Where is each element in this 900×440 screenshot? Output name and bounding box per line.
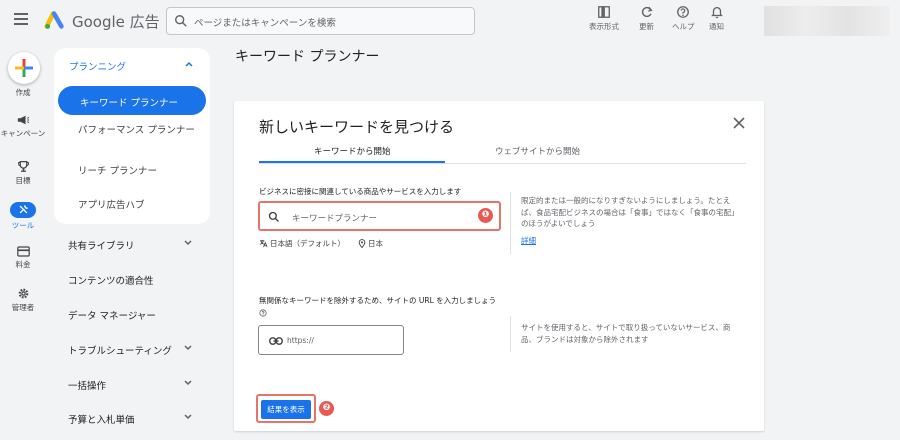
- nav-item-label: キーワード プランナー: [80, 98, 179, 109]
- billing-label: 料金: [15, 260, 31, 269]
- help-circle-icon[interactable]: [259, 309, 267, 317]
- chevron-down-icon[interactable]: [183, 238, 193, 248]
- language-value: 日本語（デフォルト）: [270, 239, 345, 248]
- help-label: ヘルプ: [672, 22, 695, 31]
- help-icon: [677, 6, 690, 18]
- url-field-label-text: 無関係なキーワードを除外するため、サイトの URL を入力しましょう: [259, 296, 497, 305]
- menu-icon[interactable]: [14, 13, 28, 25]
- close-icon[interactable]: [733, 117, 745, 129]
- website-url-input[interactable]: https://: [258, 325, 404, 355]
- display-format-label: 表示形式: [589, 22, 619, 31]
- url-help-text: サイトを使用すると、サイトで取り扱っていないサービス、商品、ブランドは対象から除…: [521, 323, 731, 344]
- trophy-icon: [17, 160, 29, 172]
- chevron-up-icon[interactable]: [184, 59, 194, 69]
- link-icon: [269, 337, 283, 345]
- admin-label: 管理者: [11, 303, 35, 312]
- url-placeholder: https://: [287, 336, 314, 345]
- rail-item-admin[interactable]: 管理者: [0, 287, 46, 313]
- goals-label: 目標: [15, 176, 31, 185]
- plus-icon: [15, 59, 33, 77]
- card-title: 新しいキーワードを見つける: [259, 118, 455, 136]
- rail-item-billing[interactable]: 料金: [0, 246, 46, 270]
- location-value: 日本: [368, 239, 383, 248]
- nav-section-troubleshooting[interactable]: トラブルシューティング: [68, 343, 200, 357]
- chevron-down-icon[interactable]: [183, 343, 193, 353]
- chevron-down-icon[interactable]: [183, 378, 193, 388]
- details-link[interactable]: 詳細: [521, 235, 536, 246]
- nav-section-data-manager[interactable]: データ マネージャー: [68, 308, 200, 322]
- rail-item-tools[interactable]: ツール: [0, 202, 46, 231]
- tab-start-with-keywords[interactable]: キーワードから開始: [314, 145, 391, 157]
- keyword-help-text: 限定的または一般的になりすぎないようにしましょう。たとえば、食品宅配ビジネスの場…: [521, 196, 739, 228]
- keyword-field-label: ビジネスに密接に関連している商品やサービスを入力します: [259, 187, 462, 196]
- url-field-label: 無関係なキーワードを除外するため、サイトの URL を入力しましょう: [259, 294, 504, 320]
- refresh-label: 更新: [639, 22, 654, 31]
- language-selector[interactable]: 日本語（デフォルト）: [259, 238, 345, 249]
- planning-panel: プランニング キーワード プランナー パフォーマンス プランナー リーチ プラン…: [54, 48, 210, 224]
- translate-icon: [259, 239, 268, 248]
- search-placeholder: ページまたはキャンペーンを検索: [194, 18, 336, 29]
- keyword-input[interactable]: キーワードプランナー: [258, 201, 501, 231]
- location-selector[interactable]: 日本: [358, 238, 383, 249]
- brand-name: Google 広告: [72, 13, 160, 31]
- display-format-button[interactable]: 表示形式: [589, 5, 619, 32]
- gear-icon: [18, 288, 28, 299]
- page-title: キーワード プランナー: [235, 49, 380, 65]
- divider: [510, 192, 511, 254]
- rail-item-campaigns[interactable]: キャンペーン: [0, 114, 46, 139]
- refresh-icon: [641, 6, 653, 18]
- nav-section-budgets-bids[interactable]: 予算と入札単価: [68, 412, 200, 426]
- search-bar[interactable]: ページまたはキャンペーンを検索: [166, 7, 475, 35]
- display-format-icon: [598, 6, 610, 18]
- top-bar: Google 広告 ページまたはキャンペーンを検索 表示形式 更新 ヘルプ 通知: [0, 0, 900, 42]
- credit-card-icon: [16, 246, 30, 257]
- location-pin-icon: [358, 239, 366, 249]
- tools-icon: [10, 202, 36, 218]
- google-ads-logo[interactable]: [44, 9, 66, 31]
- submit-highlight: 結果を表示: [256, 394, 316, 423]
- keyword-placeholder: キーワードプランナー: [292, 214, 378, 224]
- nav-section-shared-library[interactable]: 共有ライブラリ: [68, 238, 200, 252]
- nav-item-reach-planner[interactable]: リーチ プランナー: [78, 163, 157, 177]
- left-rail: 作成 キャンペーン 目標 ツール 料金 管理者: [0, 42, 46, 440]
- search-icon: [268, 211, 279, 222]
- create-button[interactable]: [8, 52, 40, 84]
- create-label: 作成: [15, 88, 31, 97]
- help-button[interactable]: ヘルプ: [672, 5, 695, 32]
- nav-item-app-ads-hub[interactable]: アプリ広告ハブ: [78, 197, 145, 211]
- nav-item-performance-planner[interactable]: パフォーマンス プランナー: [78, 122, 195, 136]
- annotation-badge-1: ❶: [478, 208, 493, 223]
- nav-section-bulk-actions[interactable]: 一括操作: [68, 378, 200, 392]
- notifications-label: 通知: [709, 22, 724, 31]
- tab-start-with-website[interactable]: ウェブサイトから開始: [495, 145, 580, 157]
- account-info-blurred[interactable]: [764, 6, 890, 36]
- search-icon: [175, 15, 187, 27]
- nav-item-keyword-planner[interactable]: キーワード プランナー: [58, 86, 206, 115]
- divider: [510, 316, 511, 352]
- megaphone-icon: [17, 115, 30, 125]
- tools-label: ツール: [11, 221, 35, 230]
- planning-header[interactable]: プランニング: [69, 59, 126, 73]
- rail-item-goals[interactable]: 目標: [0, 160, 46, 186]
- chevron-down-icon[interactable]: [183, 412, 193, 422]
- notifications-button[interactable]: 通知: [709, 5, 724, 32]
- campaign-label: キャンペーン: [0, 129, 46, 138]
- bell-icon: [710, 6, 723, 19]
- tabs-divider: [259, 163, 746, 164]
- refresh-button[interactable]: 更新: [639, 5, 654, 32]
- nav-section-content-suitability[interactable]: コンテンツの適合性: [68, 273, 200, 287]
- annotation-badge-2: ❷: [319, 401, 334, 416]
- show-results-button[interactable]: 結果を表示: [261, 400, 311, 419]
